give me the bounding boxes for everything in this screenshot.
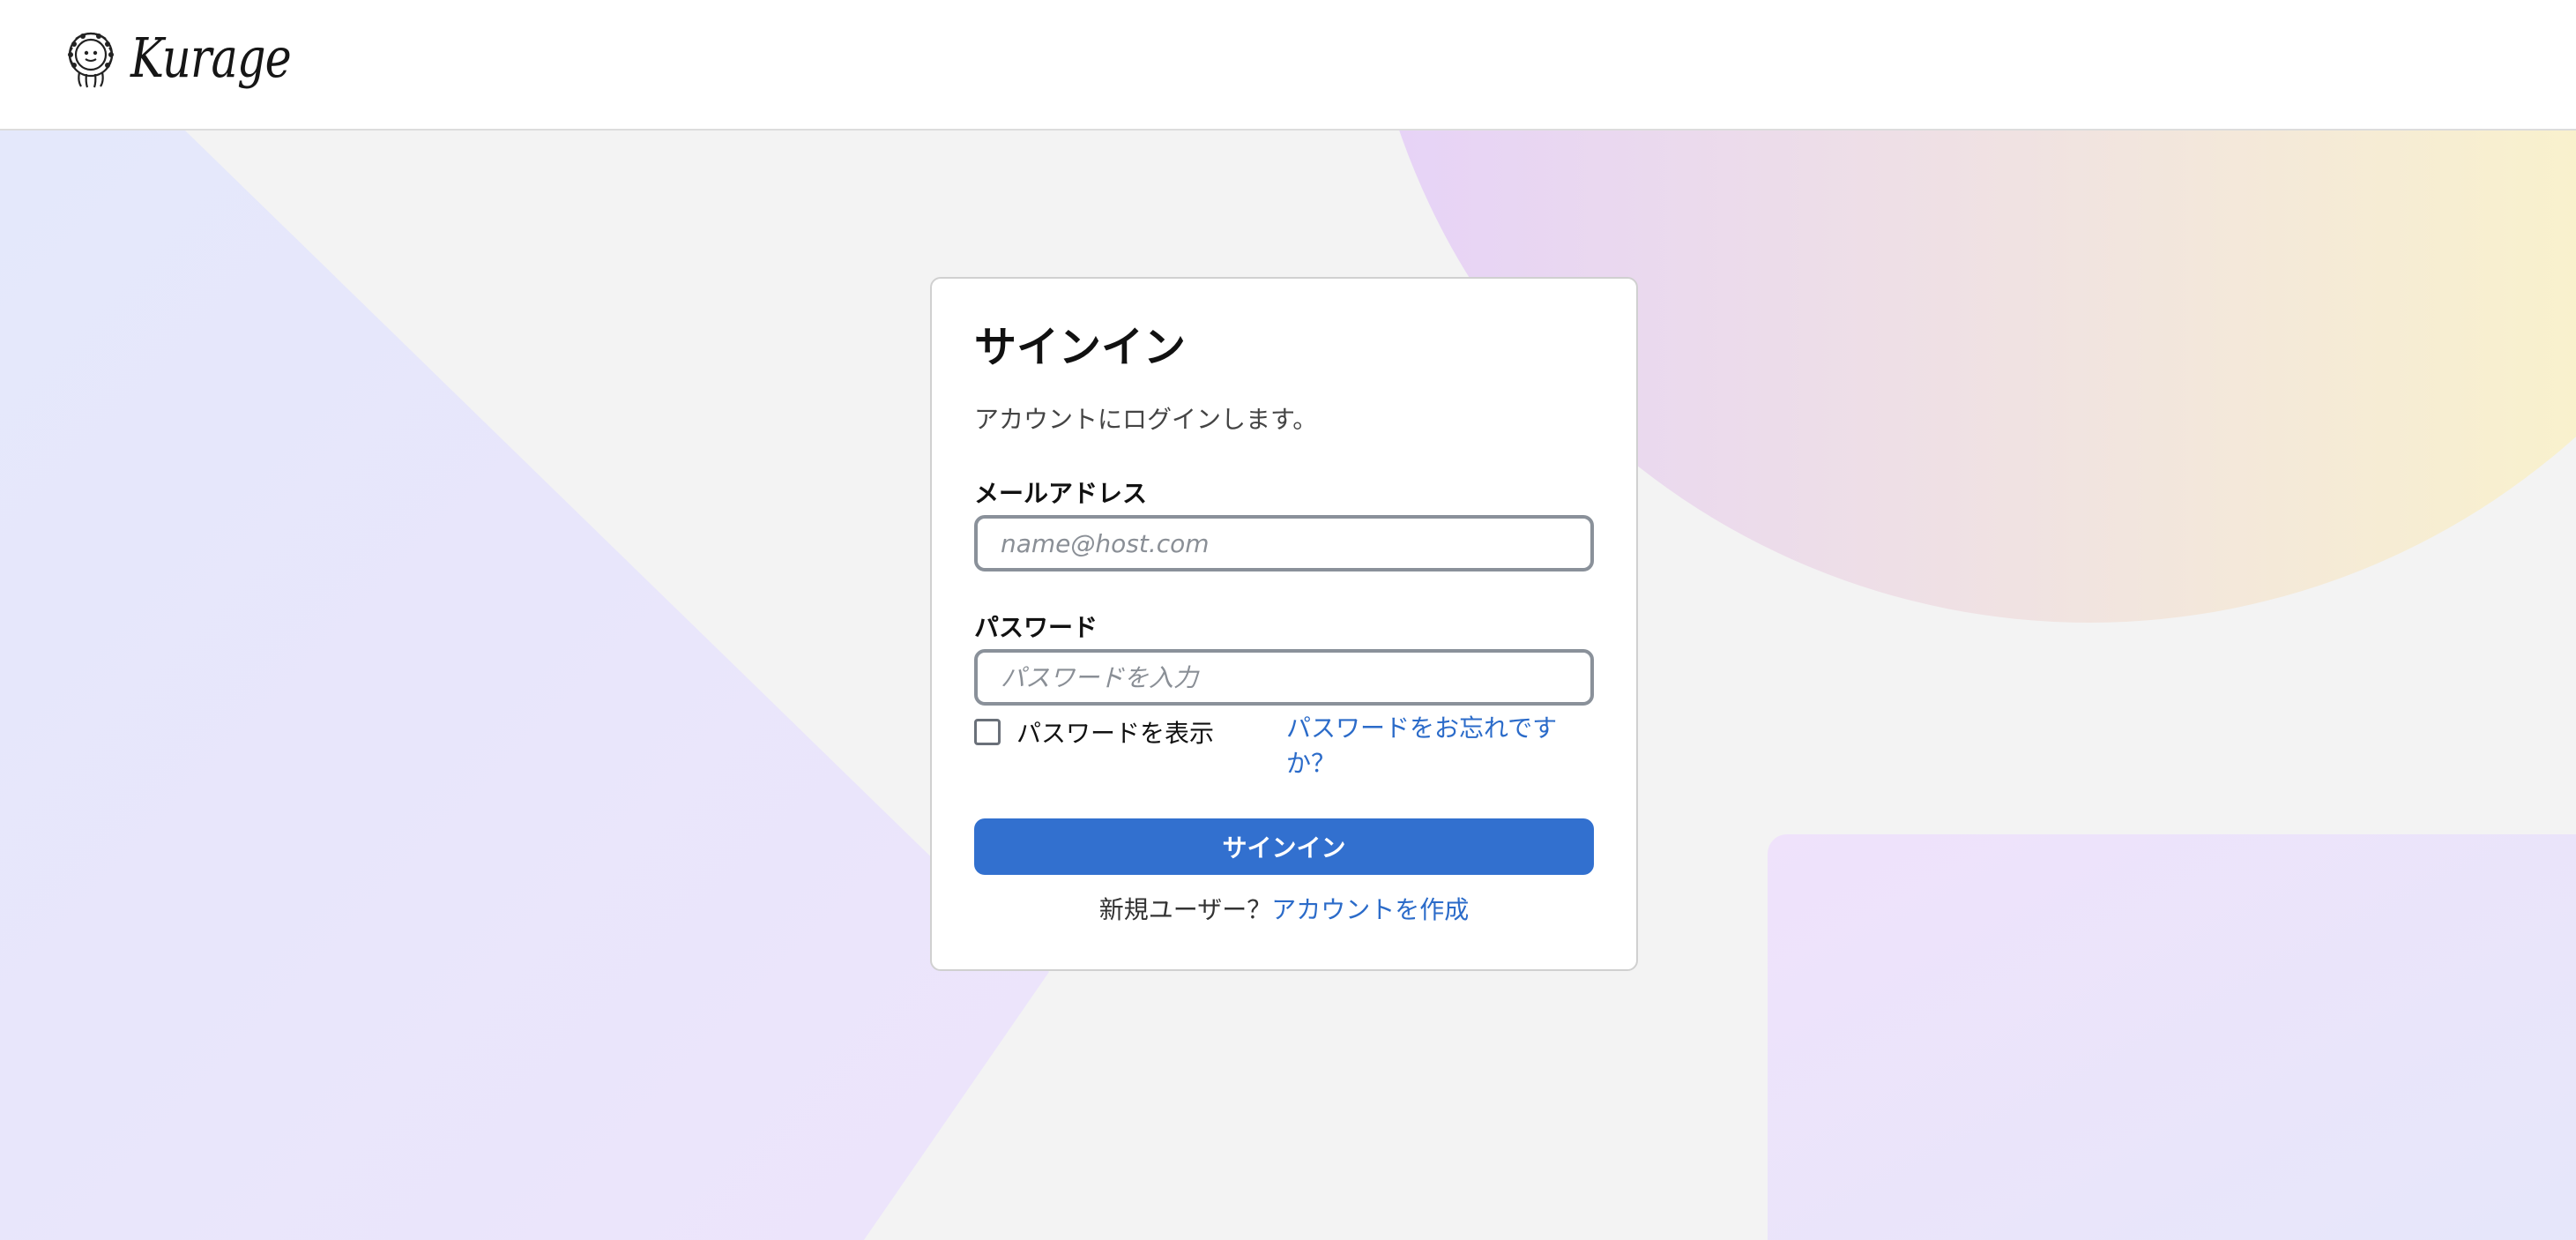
password-label: パスワード xyxy=(974,613,1098,642)
email-label: メールアドレス xyxy=(974,479,1148,508)
jellyfish-logo-icon xyxy=(68,32,114,88)
signup-prompt: 新規ユーザー？アカウントを作成 xyxy=(932,891,1636,926)
create-account-link[interactable]: アカウントを作成 xyxy=(1271,895,1469,924)
logo-text: Kurage xyxy=(130,26,292,90)
email-input[interactable] xyxy=(974,515,1594,571)
show-password-checkbox[interactable] xyxy=(974,719,1001,745)
show-password-label[interactable]: パスワードを表示 xyxy=(1016,714,1214,750)
password-input[interactable] xyxy=(974,649,1594,706)
top-header: Kurage xyxy=(0,0,2576,131)
signin-card: サインイン アカウントにログインします。 メールアドレス パスワード パスワード… xyxy=(930,277,1638,971)
signin-button[interactable]: サインイン xyxy=(974,818,1594,875)
forgot-password-link[interactable]: パスワードをお忘れですか？ xyxy=(1286,711,1577,781)
signin-title: サインイン xyxy=(974,323,1187,372)
bottom-right-gradient-panel xyxy=(1768,834,2576,1240)
signin-subtitle: アカウントにログインします。 xyxy=(974,405,1318,434)
show-password-toggle[interactable]: パスワードを表示 xyxy=(974,714,1214,750)
brand-logo[interactable]: Kurage xyxy=(63,28,326,88)
new-user-text: 新規ユーザー？ xyxy=(1098,895,1272,924)
